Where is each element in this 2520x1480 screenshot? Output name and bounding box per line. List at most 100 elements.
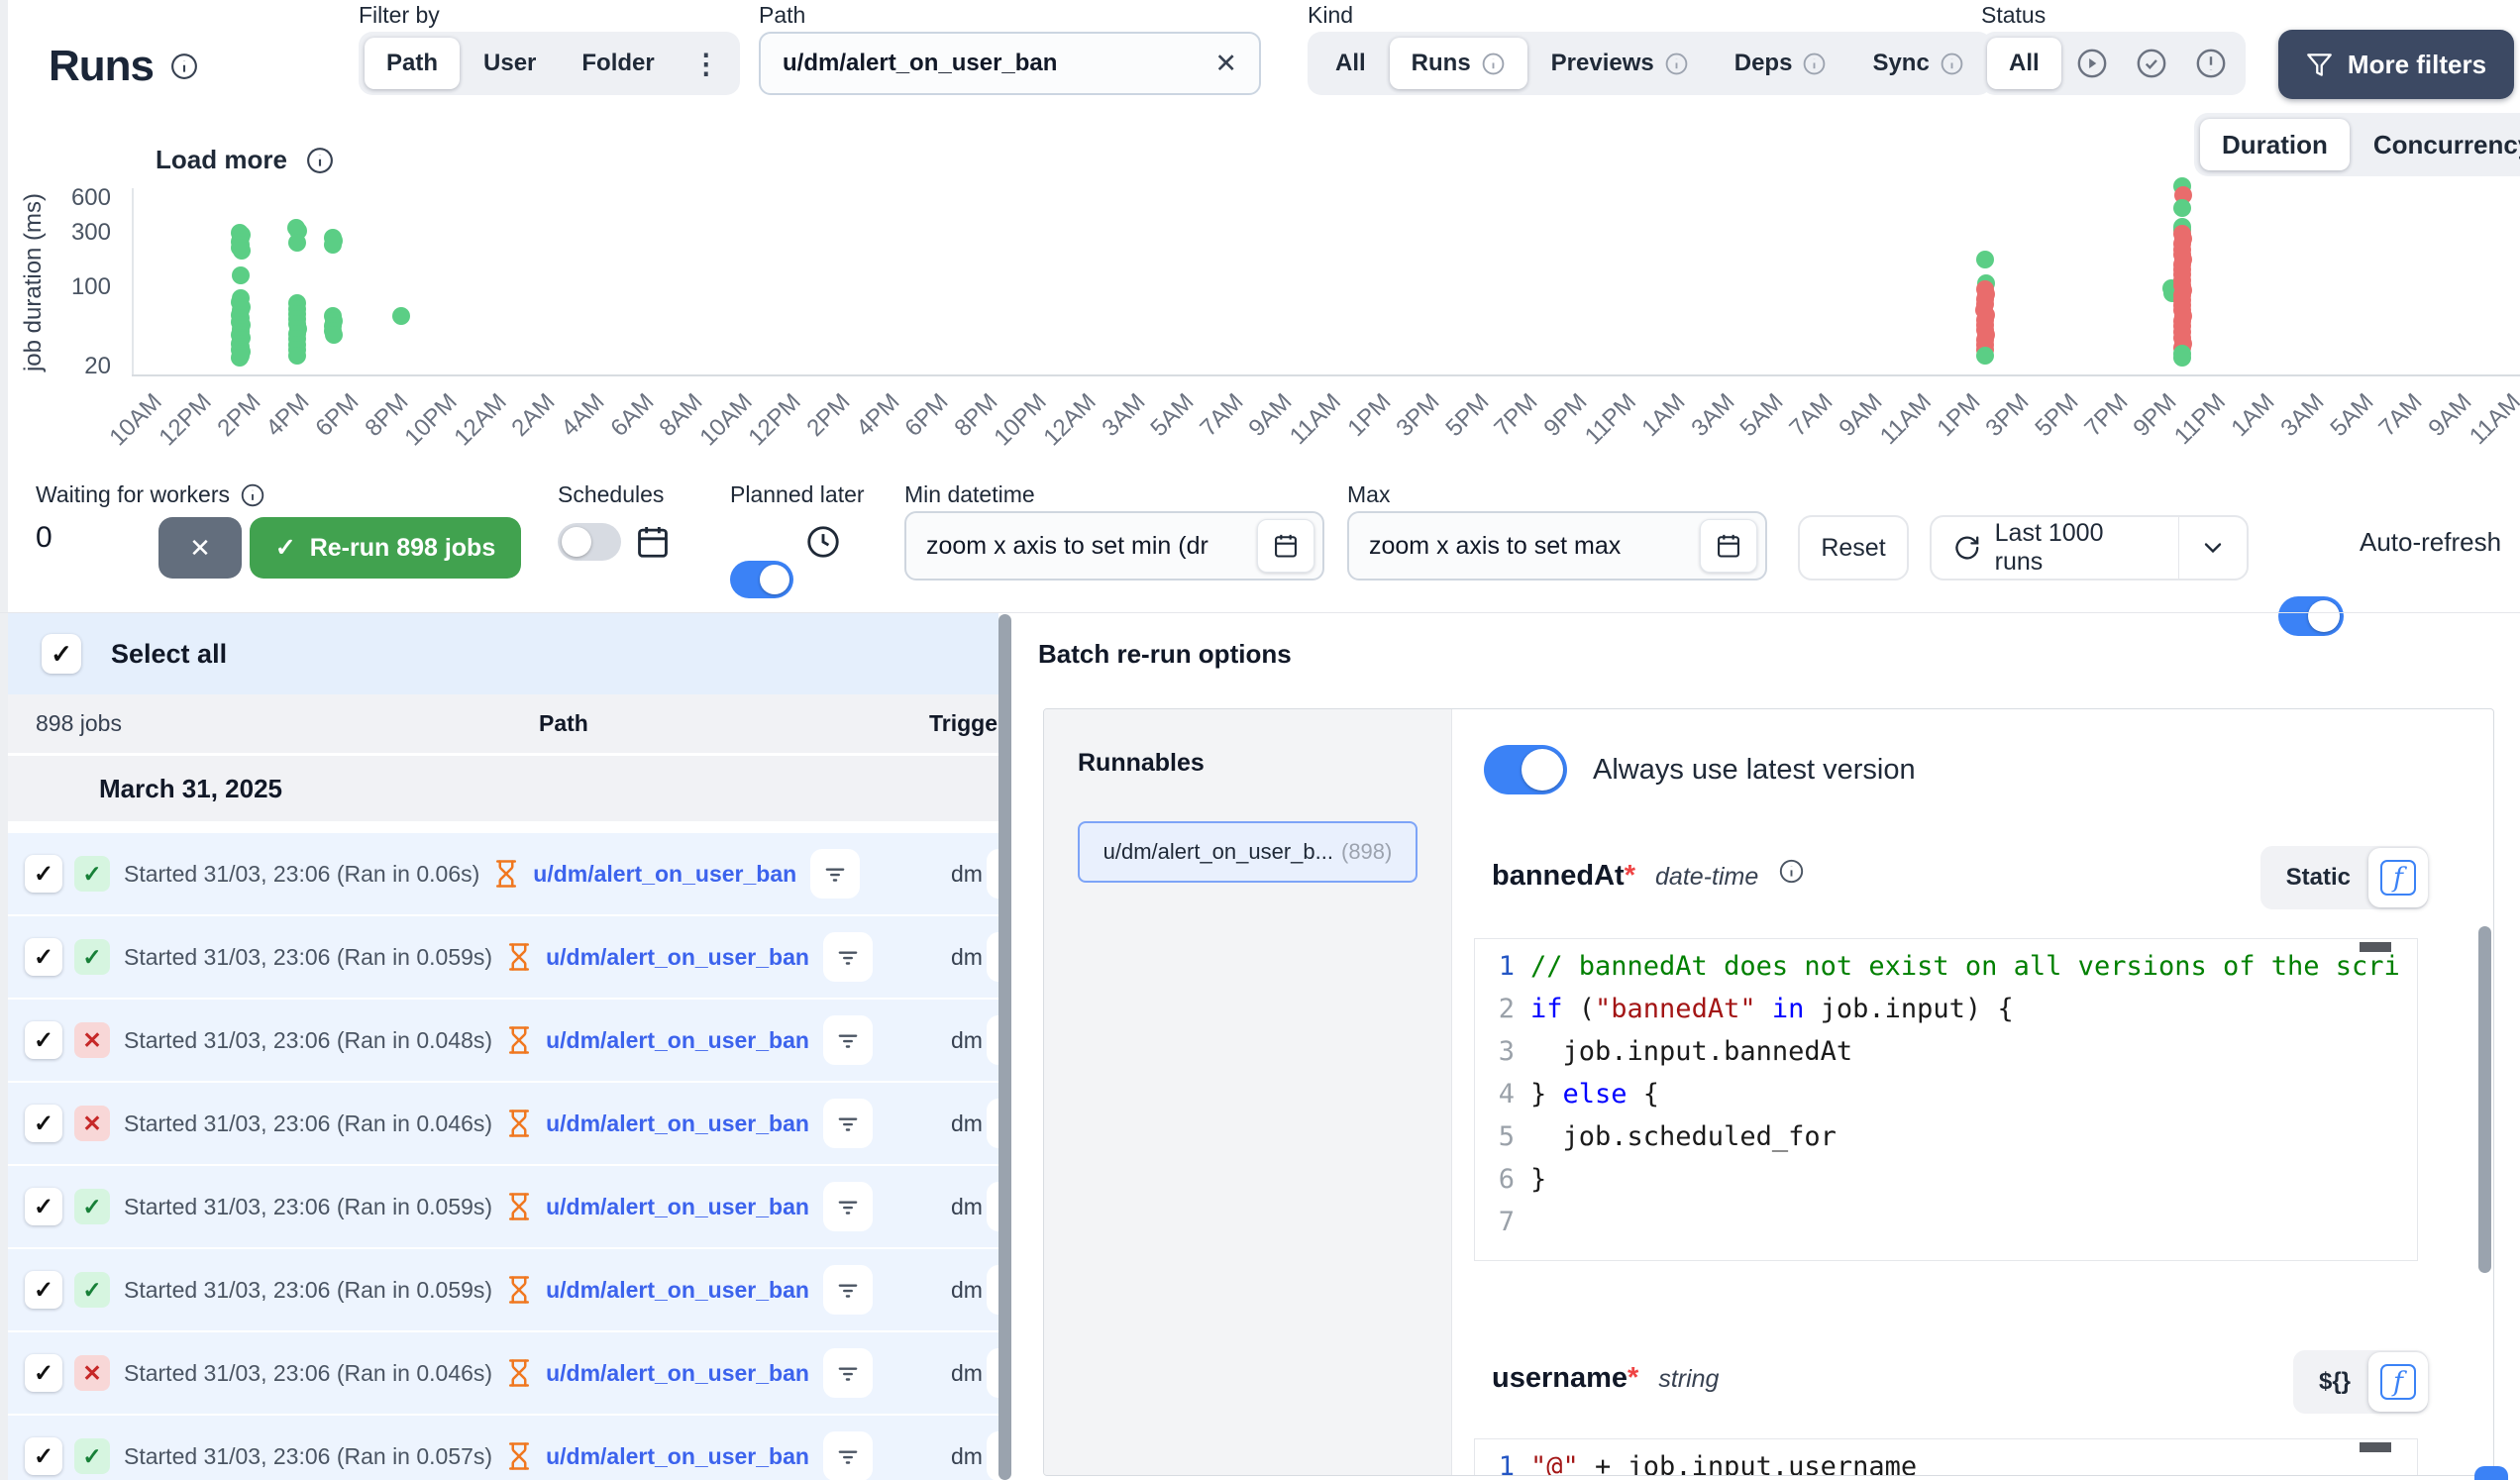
run-path-link[interactable]: u/dm/alert_on_user_ban <box>546 1360 809 1387</box>
runnable-chip[interactable]: u/dm/alert_on_user_b... (898) <box>1078 821 1418 883</box>
schedules-toggle[interactable] <box>558 523 621 561</box>
mode-function-option[interactable]: f <box>2368 1352 2428 1412</box>
clipped-row-button[interactable] <box>987 1348 998 1398</box>
mode-function-option[interactable]: f <box>2368 848 2428 907</box>
run-path-link[interactable]: u/dm/alert_on_user_ban <box>546 1194 809 1220</box>
job-dot-success[interactable] <box>232 266 250 284</box>
field-name: username* <box>1492 1362 1638 1395</box>
info-icon[interactable] <box>240 482 265 508</box>
table-row[interactable]: ✓✕Started 31/03, 23:06 (Ran in 0.048s)u/… <box>8 1000 998 1081</box>
min-datetime-label: Min datetime <box>904 481 1035 508</box>
filter-lines-button[interactable] <box>810 849 860 899</box>
rerun-jobs-label: Re-run 898 jobs <box>310 534 496 563</box>
code-line[interactable]: 5 job.scheduled_for <box>1475 1115 2417 1158</box>
table-row[interactable]: ✓✓Started 31/03, 23:06 (Ran in 0.059s)u/… <box>8 916 998 998</box>
last-runs-dropdown[interactable] <box>2179 534 2247 562</box>
select-all-checkbox[interactable]: ✓ <box>42 634 81 674</box>
help-widget[interactable] <box>2474 1466 2508 1480</box>
job-dot-success[interactable] <box>1976 251 1994 268</box>
run-path-link[interactable]: u/dm/alert_on_user_ban <box>546 1110 809 1137</box>
code-line[interactable]: 2if ("bannedAt" in job.input) { <box>1475 988 2417 1030</box>
row-checkbox[interactable]: ✓ <box>25 1271 62 1309</box>
editor-scroll-indicator[interactable] <box>2360 942 2391 952</box>
rerun-jobs-button[interactable]: ✓ Re-run 898 jobs <box>250 517 521 579</box>
job-dot-success[interactable] <box>2173 349 2191 367</box>
job-dot-success[interactable] <box>1976 347 1994 365</box>
cancel-selection-button[interactable]: ✕ <box>158 517 242 579</box>
mode-template-option[interactable]: ${} <box>2319 1368 2351 1396</box>
filter-lines-button[interactable] <box>823 1015 873 1065</box>
last-1000-runs-button[interactable]: Last 1000 runs <box>1930 515 2249 581</box>
run-path-link[interactable]: u/dm/alert_on_user_ban <box>546 1277 809 1304</box>
row-checkbox[interactable]: ✓ <box>25 1021 62 1059</box>
filter-lines-button[interactable] <box>823 932 873 982</box>
job-dot-success[interactable] <box>288 347 306 365</box>
run-path-link[interactable]: u/dm/alert_on_user_ban <box>546 944 809 971</box>
job-dot-success[interactable] <box>233 242 251 260</box>
row-checkbox[interactable]: ✓ <box>25 1437 62 1475</box>
always-latest-toggle[interactable] <box>1484 745 1567 794</box>
run-path-link[interactable]: u/dm/alert_on_user_ban <box>546 1027 809 1054</box>
success-status-icon: ✓ <box>74 1438 110 1474</box>
clipped-row-button[interactable] <box>987 932 998 982</box>
job-dot-success[interactable] <box>392 307 410 325</box>
field-mode-control: Static f <box>2260 846 2428 909</box>
max-datetime-label: Max <box>1347 481 1390 508</box>
max-datetime-input[interactable]: zoom x axis to set max <box>1347 511 1767 581</box>
filter-lines-button[interactable] <box>823 1348 873 1398</box>
max-datetime-calendar-button[interactable] <box>1700 519 1757 573</box>
username-code-editor[interactable]: 1"@" + job.input.username <box>1474 1438 2418 1476</box>
filter-lines-button[interactable] <box>823 1182 873 1231</box>
filter-lines-button[interactable] <box>823 1265 873 1315</box>
panel-scrollbar[interactable] <box>2478 926 2491 1273</box>
run-path-link[interactable]: u/dm/alert_on_user_ban <box>546 1443 809 1470</box>
clipped-row-button[interactable] <box>987 1099 998 1148</box>
field-name: bannedAt* <box>1492 860 1635 893</box>
always-latest-label: Always use latest version <box>1593 754 1916 787</box>
job-dot-success[interactable] <box>288 234 306 252</box>
select-all-bar: ✓ Select all <box>8 613 998 694</box>
clipped-row-button[interactable] <box>987 1265 998 1315</box>
run-path-link[interactable]: u/dm/alert_on_user_ban <box>533 861 796 888</box>
list-scrollbar[interactable] <box>998 614 1011 1480</box>
filter-lines-icon <box>835 1443 861 1469</box>
table-row[interactable]: ✓✓Started 31/03, 23:06 (Ran in 0.06s)u/d… <box>8 833 998 914</box>
row-checkbox[interactable]: ✓ <box>25 1354 62 1392</box>
table-row[interactable]: ✓✕Started 31/03, 23:06 (Ran in 0.046s)u/… <box>8 1332 998 1414</box>
row-checkbox[interactable]: ✓ <box>25 1188 62 1225</box>
min-datetime-calendar-button[interactable] <box>1257 519 1314 573</box>
clipped-row-button[interactable] <box>987 1182 998 1231</box>
table-row[interactable]: ✓✓Started 31/03, 23:06 (Ran in 0.057s)u/… <box>8 1416 998 1480</box>
min-datetime-input[interactable]: zoom x axis to set min (dr <box>904 511 1324 581</box>
table-row[interactable]: ✓✕Started 31/03, 23:06 (Ran in 0.046s)u/… <box>8 1083 998 1164</box>
info-icon[interactable] <box>1778 858 1805 885</box>
code-line[interactable]: 7 <box>1475 1201 2417 1243</box>
row-checkbox[interactable]: ✓ <box>25 855 62 893</box>
job-dot-success[interactable] <box>325 326 343 344</box>
clipped-row-button[interactable] <box>987 849 998 899</box>
trigger-value: dm <box>951 861 983 888</box>
filter-lines-button[interactable] <box>823 1431 873 1480</box>
clipped-row-button[interactable] <box>987 1431 998 1480</box>
row-checkbox[interactable]: ✓ <box>25 938 62 976</box>
field-bannedat-header: bannedAt* date-time Static f <box>1492 858 2493 893</box>
filter-lines-button[interactable] <box>823 1099 873 1148</box>
code-line[interactable]: 6} <box>1475 1158 2417 1201</box>
runnable-chip-path: u/dm/alert_on_user_b... <box>1103 839 1333 865</box>
bannedat-code-editor[interactable]: 1// bannedAt does not exist on all versi… <box>1474 938 2418 1261</box>
reset-button[interactable]: Reset <box>1798 515 1909 581</box>
planned-later-toggle[interactable] <box>730 561 793 598</box>
code-line[interactable]: 1// bannedAt does not exist on all versi… <box>1475 945 2417 988</box>
editor-scroll-indicator[interactable] <box>2360 1442 2391 1452</box>
code-line[interactable]: 1"@" + job.input.username <box>1475 1445 2417 1476</box>
code-line[interactable]: 4} else { <box>1475 1073 2417 1115</box>
code-line[interactable]: 3 job.input.bannedAt <box>1475 1030 2417 1073</box>
row-checkbox[interactable]: ✓ <box>25 1105 62 1142</box>
job-dot-success[interactable] <box>231 349 249 367</box>
job-dot-success[interactable] <box>2173 199 2191 217</box>
table-row[interactable]: ✓✓Started 31/03, 23:06 (Ran in 0.059s)u/… <box>8 1166 998 1247</box>
table-row[interactable]: ✓✓Started 31/03, 23:06 (Ran in 0.059s)u/… <box>8 1249 998 1330</box>
clipped-row-button[interactable] <box>987 1015 998 1065</box>
mode-static-option[interactable]: Static <box>2286 864 2351 892</box>
job-dot-success[interactable] <box>324 236 342 254</box>
